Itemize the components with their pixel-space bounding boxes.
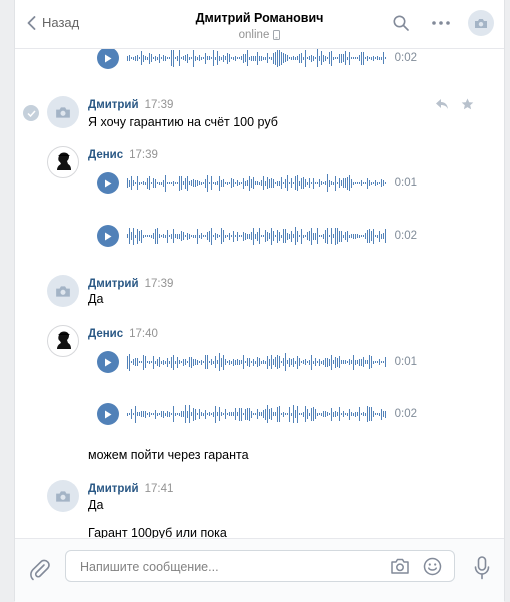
play-icon bbox=[105, 54, 112, 62]
author-name[interactable]: Дмитрий bbox=[88, 278, 139, 290]
message-list[interactable]: 0:02 Дмитрий 17:39 Я хочу гарантию на счё… bbox=[15, 48, 504, 538]
avatar[interactable] bbox=[47, 325, 79, 357]
avatar[interactable] bbox=[47, 96, 79, 128]
camera-button[interactable] bbox=[390, 557, 410, 578]
waveform[interactable] bbox=[127, 402, 387, 426]
camera-placeholder-icon bbox=[56, 106, 70, 118]
audio-message: 0:01 bbox=[97, 171, 417, 195]
message-text: Гарант 100руб или пока bbox=[88, 526, 227, 538]
status-text: online bbox=[238, 29, 270, 41]
message-select-check[interactable] bbox=[23, 105, 39, 121]
audio-duration: 0:01 bbox=[394, 177, 417, 189]
author-name[interactable]: Дмитрий bbox=[88, 483, 139, 495]
avatar[interactable] bbox=[47, 146, 79, 178]
contact-avatar[interactable] bbox=[468, 10, 494, 36]
author-name[interactable]: Денис bbox=[88, 149, 123, 161]
smile-icon bbox=[423, 557, 442, 576]
waveform[interactable] bbox=[127, 350, 387, 374]
message-text: Да bbox=[88, 498, 104, 512]
star-icon[interactable] bbox=[461, 98, 474, 110]
avatar[interactable] bbox=[47, 275, 79, 307]
play-icon bbox=[105, 358, 112, 366]
waveform[interactable] bbox=[127, 224, 387, 248]
check-icon bbox=[26, 109, 36, 117]
avatar[interactable] bbox=[47, 480, 79, 512]
audio-duration: 0:02 bbox=[394, 230, 417, 242]
message-time: 17:40 bbox=[129, 328, 158, 340]
camera-placeholder-icon bbox=[475, 18, 487, 28]
header-actions bbox=[388, 10, 494, 36]
message-text: Я хочу гарантию на счёт 100 руб bbox=[88, 115, 278, 129]
message-header: Денис 17:40 bbox=[88, 328, 158, 340]
message-text: можем пойти через гаранта bbox=[88, 448, 249, 462]
audio-message: 0:02 bbox=[97, 402, 417, 426]
chat-header: Назад Дмитрий Романович online bbox=[15, 0, 504, 49]
audio-duration: 0:01 bbox=[394, 356, 417, 368]
audio-duration: 0:02 bbox=[394, 52, 417, 64]
message-header: Дмитрий 17:39 bbox=[88, 99, 173, 111]
search-icon bbox=[393, 15, 409, 31]
message-time: 17:41 bbox=[144, 483, 174, 495]
waveform[interactable] bbox=[127, 171, 387, 195]
message-header: Дмитрий 17:41 bbox=[88, 483, 173, 495]
profile-silhouette-icon bbox=[57, 152, 71, 170]
audio-duration: 0:02 bbox=[394, 408, 417, 420]
phone-icon bbox=[273, 30, 281, 40]
message-header: Денис 17:39 bbox=[88, 149, 158, 161]
message-input-box bbox=[65, 550, 455, 583]
search-button[interactable] bbox=[388, 10, 414, 36]
play-icon bbox=[105, 232, 112, 240]
camera-icon bbox=[391, 558, 409, 574]
message-actions bbox=[435, 98, 474, 110]
play-button[interactable] bbox=[97, 403, 119, 425]
message-input[interactable] bbox=[78, 551, 382, 583]
message-header: Дмитрий 17:39 bbox=[88, 278, 173, 290]
voice-message-button[interactable] bbox=[474, 556, 490, 583]
more-button[interactable] bbox=[428, 10, 454, 36]
camera-placeholder-icon bbox=[56, 285, 70, 297]
audio-message: 0:02 bbox=[97, 224, 417, 248]
profile-silhouette-icon bbox=[57, 331, 71, 349]
camera-placeholder-icon bbox=[56, 490, 70, 502]
audio-message: 0:02 bbox=[97, 48, 417, 70]
message-text: Да bbox=[88, 292, 104, 306]
emoji-button[interactable] bbox=[423, 557, 442, 579]
play-icon bbox=[105, 410, 112, 418]
reply-icon[interactable] bbox=[435, 98, 449, 110]
message-time: 17:39 bbox=[144, 99, 174, 111]
chat-window: Назад Дмитрий Романович online 0:02 Дмит… bbox=[14, 0, 505, 602]
author-name[interactable]: Дмитрий bbox=[88, 99, 139, 111]
paperclip-icon bbox=[30, 559, 50, 581]
play-button[interactable] bbox=[97, 48, 119, 69]
message-time: 17:39 bbox=[129, 149, 158, 161]
author-name[interactable]: Денис bbox=[88, 328, 123, 340]
play-icon bbox=[105, 179, 112, 187]
message-time: 17:39 bbox=[144, 278, 174, 290]
play-button[interactable] bbox=[97, 172, 119, 194]
attach-button[interactable] bbox=[29, 559, 51, 584]
waveform[interactable] bbox=[127, 48, 387, 70]
play-button[interactable] bbox=[97, 225, 119, 247]
microphone-icon bbox=[474, 556, 490, 580]
play-button[interactable] bbox=[97, 351, 119, 373]
message-composer bbox=[15, 538, 504, 602]
more-dots-icon bbox=[432, 21, 450, 25]
audio-message: 0:01 bbox=[97, 350, 417, 374]
